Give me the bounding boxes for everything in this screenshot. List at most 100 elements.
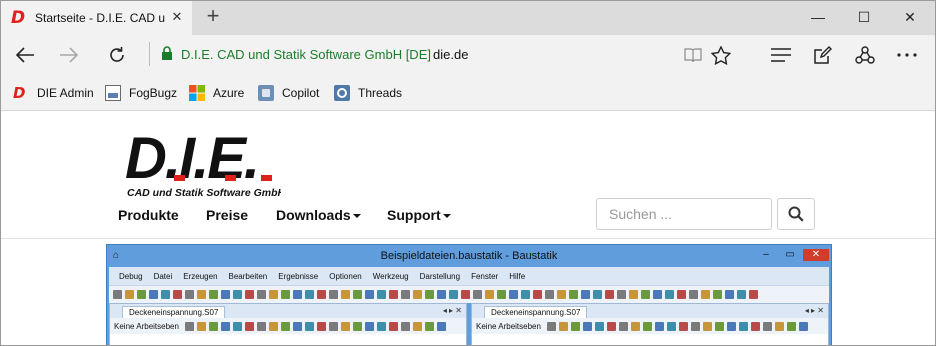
app-menu-item: Ergebnisse <box>278 271 319 281</box>
toolbar-tool-icon <box>786 321 796 331</box>
toolbar-tool-icon <box>353 290 362 299</box>
toolbar-tool-icon <box>642 321 652 331</box>
favorite-item-die-admin[interactable]: D DIE Admin <box>13 85 94 101</box>
toolbar-tool-icon <box>558 321 568 331</box>
toolbar-tool-icon <box>221 290 230 299</box>
toolbar-tool-icon <box>545 290 554 299</box>
toolbar-tool-icon <box>521 290 530 299</box>
page-content: D.I.E. CAD und Statik Software GmbH Prod… <box>1 112 935 345</box>
toolbar-tool-icon <box>364 321 374 331</box>
site-identity[interactable]: D.I.E. CAD und Statik Software GmbH [DE] <box>181 47 431 62</box>
toolbar-tool-icon <box>654 321 664 331</box>
caret-down-icon <box>442 214 451 219</box>
nav-support[interactable]: Support <box>387 207 451 223</box>
toolbar-tool-icon <box>389 290 398 299</box>
hub-button[interactable] <box>765 39 797 71</box>
toolbar-tool-icon <box>774 321 784 331</box>
toolbar-tool-icon <box>377 290 386 299</box>
toolbar-tool-icon <box>617 290 626 299</box>
ellipsis-icon <box>897 53 917 57</box>
share-icon <box>855 46 875 64</box>
toolbar-tool-icon <box>582 321 592 331</box>
app-title: Beispieldateien.baustatik - Baustatik <box>380 250 558 262</box>
toolbar-tool-icon <box>641 290 650 299</box>
toolbar-tool-icon <box>665 290 674 299</box>
die-favicon-icon: D <box>11 8 26 28</box>
arrow-right-icon <box>60 47 79 63</box>
lock-icon[interactable] <box>161 46 173 66</box>
favorite-label: Threads <box>358 86 403 100</box>
back-button[interactable] <box>9 39 41 71</box>
site-logo[interactable]: D.I.E. CAD und Statik Software GmbH <box>121 126 286 200</box>
browser-window: D Startseite - D.I.E. CAD u ✕ + — ☐ ✕ D.… <box>0 0 936 346</box>
toolbar-tool-icon <box>546 321 556 331</box>
maximize-button[interactable]: ☐ <box>841 1 887 33</box>
pane-controls-icon: ◂ ▸ ✕ <box>804 306 824 315</box>
app-menu-item: Bearbeiten <box>228 271 268 281</box>
toolbar-tool-icon <box>209 290 218 299</box>
more-button[interactable] <box>891 39 923 71</box>
toolbar-tool-icon <box>436 321 446 331</box>
favorites-bar: D DIE Admin FogBugz Azure Copilot Thread… <box>1 75 935 111</box>
minimize-button[interactable]: — <box>795 1 841 33</box>
nav-label: Support <box>387 207 441 223</box>
share-button[interactable] <box>849 39 881 71</box>
toolbar-tool-icon <box>365 290 374 299</box>
header-divider <box>1 238 935 239</box>
hamburger-lines-icon <box>771 48 791 62</box>
toolbar-tool-icon <box>750 321 760 331</box>
caret-down-icon <box>352 214 361 219</box>
url-field[interactable]: die.de <box>433 47 468 62</box>
refresh-button[interactable] <box>101 39 133 71</box>
address-separator <box>149 42 150 66</box>
browser-tab-active[interactable]: D Startseite - D.I.E. CAD u ✕ <box>1 1 192 35</box>
close-window-button[interactable]: ✕ <box>887 1 933 33</box>
toolbar-tool-icon <box>388 321 398 331</box>
favorite-item-threads[interactable]: Threads <box>334 85 402 101</box>
toolbar-tool-icon <box>630 321 640 331</box>
toolbar-tool-icon <box>401 290 410 299</box>
favorite-label: FogBugz <box>129 86 178 100</box>
toolbar-tool-icon <box>557 290 566 299</box>
site-search-input[interactable]: Suchen ... <box>596 198 772 230</box>
toolbar-tool-icon <box>413 290 422 299</box>
favorite-star-button[interactable] <box>705 39 737 71</box>
site-search-button[interactable] <box>777 198 815 230</box>
web-note-button[interactable] <box>807 39 839 71</box>
nav-preise[interactable]: Preise <box>206 207 248 223</box>
close-tab-icon[interactable]: ✕ <box>170 10 184 24</box>
favorite-item-copilot[interactable]: Copilot <box>258 85 319 101</box>
toolbar-tool-icon <box>340 321 350 331</box>
nav-downloads[interactable]: Downloads <box>276 207 361 223</box>
toolbar-tool-icon <box>726 321 736 331</box>
tab-strip: D Startseite - D.I.E. CAD u ✕ + — ☐ ✕ <box>1 1 935 35</box>
toolbar-tool-icon <box>570 321 580 331</box>
toolbar-tool-icon <box>666 321 676 331</box>
copilot-icon <box>258 85 274 101</box>
toolbar-tool-icon <box>220 321 230 331</box>
toolbar-tool-icon <box>653 290 662 299</box>
toolbar-tool-icon <box>569 290 578 299</box>
toolbar-tool-icon <box>305 290 314 299</box>
toolbar-tool-icon <box>149 290 158 299</box>
app-maximize-icon: ▭ <box>785 249 795 260</box>
toolbar-tool-icon <box>196 321 206 331</box>
app-menu-item: Datei <box>153 271 173 281</box>
nav-produkte[interactable]: Produkte <box>118 207 179 223</box>
toolbar-tool-icon <box>678 321 688 331</box>
logo-text: D.I.E. <box>125 126 258 191</box>
toolbar-tool-icon <box>677 290 686 299</box>
favorite-item-fogbugz[interactable]: FogBugz <box>105 85 177 101</box>
toolbar-tool-icon <box>749 290 758 299</box>
threads-icon <box>334 85 350 101</box>
toolbar-tool-icon <box>173 290 182 299</box>
forward-button[interactable] <box>53 39 85 71</box>
toolbar-tool-icon <box>185 290 194 299</box>
favorite-item-azure[interactable]: Azure <box>189 85 244 101</box>
toolbar-tool-icon <box>341 290 350 299</box>
toolbar-tool-icon <box>449 290 458 299</box>
app-menu-item: Debug <box>119 271 143 281</box>
address-bar-row: D.I.E. CAD und Statik Software GmbH [DE]… <box>1 35 935 75</box>
toolbar-tool-icon <box>798 321 808 331</box>
new-tab-button[interactable]: + <box>201 5 225 29</box>
